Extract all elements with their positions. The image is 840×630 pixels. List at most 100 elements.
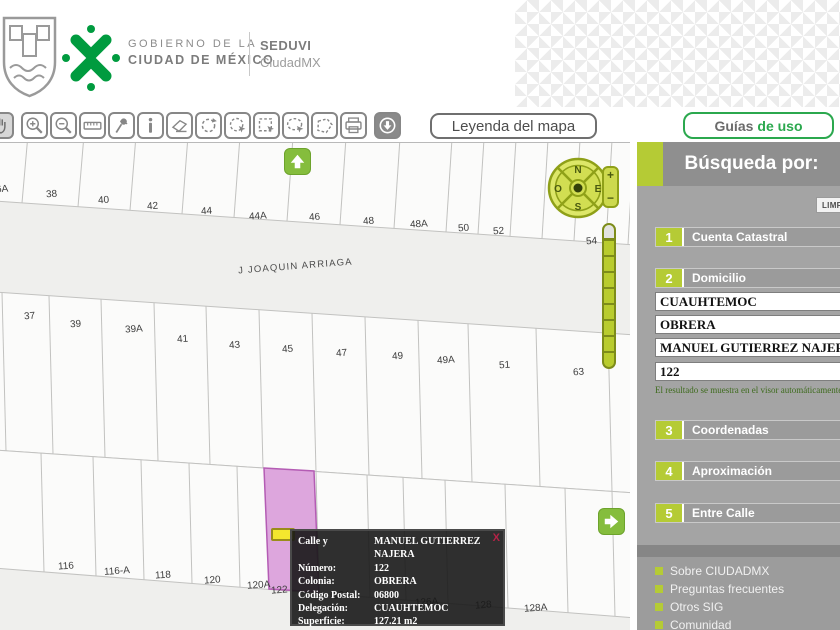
zoom-slider-thumb[interactable] xyxy=(604,225,614,240)
tooltip-row: Calle yMANUEL GUTIERREZ NAJERA xyxy=(298,535,499,562)
select-rectangle-button[interactable] xyxy=(253,112,280,139)
parcel-label-122: 122 xyxy=(271,584,288,596)
parcel-label-43: 43 xyxy=(229,340,241,352)
sidebar-title: Búsqueda por: xyxy=(663,142,840,186)
parcel-label-49A: 49A xyxy=(437,354,456,366)
eraser-icon xyxy=(169,115,190,136)
parcel-info-tooltip: Calle yMANUEL GUTIERREZ NAJERANúmero:122… xyxy=(290,529,505,626)
print-button[interactable] xyxy=(340,112,367,139)
section-domicilio[interactable]: 2Domicilio xyxy=(655,268,840,288)
footer-link-sobre-ciudadmx[interactable]: Sobre CIUDADMX xyxy=(655,562,784,580)
select-polygon-icon xyxy=(314,115,335,136)
zoom-in-button[interactable] xyxy=(21,112,48,139)
footer-link-preguntas-frecuentes[interactable]: Preguntas frecuentes xyxy=(655,580,784,598)
zoom-panel: + − xyxy=(602,166,619,208)
tooltip-close-icon[interactable]: X xyxy=(493,533,500,544)
delegacion-input[interactable] xyxy=(655,292,840,311)
refresh-icon xyxy=(198,115,219,136)
pan-right-button[interactable] xyxy=(598,508,625,535)
footer-link-otros-sig[interactable]: Otros SIG xyxy=(655,598,784,616)
parcel-label-39: 39 xyxy=(70,319,82,331)
select-circle-icon xyxy=(227,115,248,136)
numero-input[interactable] xyxy=(655,362,840,381)
select-lasso-button[interactable] xyxy=(282,112,309,139)
eraser-button[interactable] xyxy=(166,112,193,139)
section-aproximación[interactable]: 4Aproximación xyxy=(655,461,840,481)
section-label: Aproximación xyxy=(684,462,772,480)
parcel-label-120: 120 xyxy=(204,574,221,586)
brand-name: SEDUVI xyxy=(260,38,321,53)
map-viewport[interactable]: 6A3840424444A464848A505254373939A4143454… xyxy=(0,142,630,630)
section-label: Entre Calle xyxy=(684,504,755,522)
zoom-slider[interactable] xyxy=(602,223,616,369)
tooltip-value: 127.21 m2 xyxy=(374,615,499,628)
footer-link-comunidad[interactable]: Comunidad xyxy=(655,616,784,630)
parcel-label-48: 48 xyxy=(363,216,375,228)
footer-links: Sobre CIUDADMX Preguntas frecuentes Otros … xyxy=(655,562,784,630)
clear-button[interactable]: LIMPIAR xyxy=(816,197,840,213)
tooltip-row: Colonia:OBRERA xyxy=(298,575,499,588)
compass-e: E xyxy=(595,184,602,195)
parcel-label-46: 46 xyxy=(309,212,321,224)
tooltip-row: Superficie:127.21 m2 xyxy=(298,615,499,628)
calle-input[interactable] xyxy=(655,338,840,357)
header: GOBIERNO DE LA CIUDAD DE MÉXICO SEDUVI C… xyxy=(0,0,840,110)
brand-subtitle: CiudadMX xyxy=(260,55,321,70)
ruler-icon xyxy=(82,115,103,136)
gov-line2: CIUDAD DE MÉXICO xyxy=(128,53,274,67)
legend-button[interactable]: Leyenda del mapa xyxy=(430,113,597,139)
refresh-button[interactable] xyxy=(195,112,222,139)
footer-link-label: Preguntas frecuentes xyxy=(670,582,784,596)
select-circle-button[interactable] xyxy=(224,112,251,139)
section-number: 1 xyxy=(656,228,684,246)
measure-button[interactable] xyxy=(79,112,106,139)
parcel-label-45: 45 xyxy=(282,344,294,356)
parcel-label-50: 50 xyxy=(458,223,470,235)
select-rectangle-icon xyxy=(256,115,277,136)
herringbone-pattern xyxy=(515,0,840,107)
parcel-label-37: 37 xyxy=(24,311,36,323)
section-number: 2 xyxy=(656,269,684,287)
zoom-minus-button[interactable]: − xyxy=(607,193,614,204)
guides-button[interactable]: Guías de uso xyxy=(683,112,834,139)
pan-hand-button[interactable] xyxy=(0,112,14,139)
parcel-label-48A: 48A xyxy=(410,218,429,230)
download-button[interactable] xyxy=(374,112,401,139)
parcel-label-41: 41 xyxy=(177,334,189,346)
parcel-label-63: 63 xyxy=(573,367,585,379)
pin-button[interactable] xyxy=(108,112,135,139)
parcel-label-42: 42 xyxy=(147,201,159,213)
gov-line1: GOBIERNO DE LA xyxy=(128,38,274,50)
search-sidebar: Búsqueda por: LIMPIAR 1Cuenta Catastral 2… xyxy=(637,142,840,630)
section-label: Coordenadas xyxy=(684,421,769,439)
tooltip-value: OBRERA xyxy=(374,575,499,588)
compass-s: S xyxy=(575,202,582,213)
cdmx-shield-icon xyxy=(2,16,57,98)
section-coordenadas[interactable]: 3Coordenadas xyxy=(655,420,840,440)
seduvi-brand: SEDUVI CiudadMX xyxy=(260,38,321,70)
compass-rose[interactable]: N E S O xyxy=(546,156,610,220)
footer-link-label: Comunidad xyxy=(670,618,731,630)
tooltip-rows: Calle yMANUEL GUTIERREZ NAJERANúmero:122… xyxy=(298,535,499,629)
parcel-label-6A: 6A xyxy=(0,184,9,196)
colonia-input[interactable] xyxy=(655,315,840,334)
parcel-label-116: 116 xyxy=(58,560,75,572)
zoom-out-button[interactable] xyxy=(50,112,77,139)
legend-button-label: Leyenda del mapa xyxy=(452,118,575,135)
section-entre-calle[interactable]: 5Entre Calle xyxy=(655,503,840,523)
square-bullet-icon xyxy=(655,621,663,629)
info-button[interactable] xyxy=(137,112,164,139)
tooltip-row: Código Postal:06800 xyxy=(298,589,499,602)
tooltip-value: MANUEL GUTIERREZ NAJERA xyxy=(374,535,499,562)
square-bullet-icon xyxy=(655,585,663,593)
zoom-in-icon xyxy=(24,115,45,136)
zoom-out-icon xyxy=(53,115,74,136)
select-polygon-button[interactable] xyxy=(311,112,338,139)
pan-up-button[interactable] xyxy=(284,148,311,175)
result-hint: El resultado se muestra en el visor auto… xyxy=(655,385,840,395)
cdmx-green-logo-icon xyxy=(60,22,122,94)
section-cuenta-catastral[interactable]: 1Cuenta Catastral xyxy=(655,227,840,247)
zoom-plus-button[interactable]: + xyxy=(607,170,614,181)
map-toolbar: Leyenda del mapa Guías de uso xyxy=(0,112,840,142)
parcel-label-38: 38 xyxy=(46,189,58,201)
